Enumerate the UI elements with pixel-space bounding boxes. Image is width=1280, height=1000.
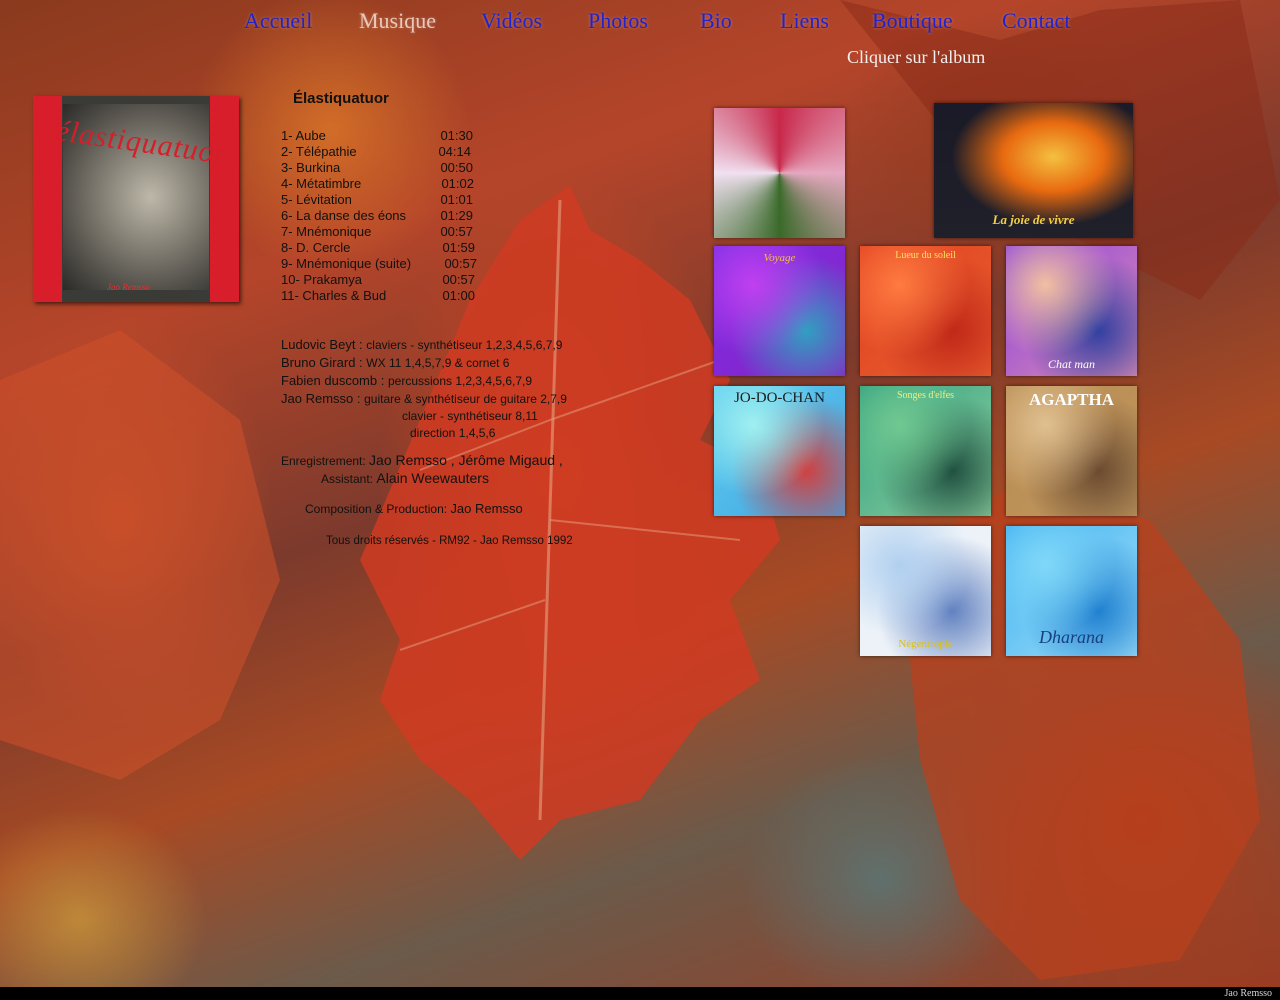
track-item: 11- Charles & Bud 01:00 (281, 288, 475, 303)
musician-credits: Ludovic Beyt : claviers - synthétiseur 1… (281, 336, 567, 442)
album-thumbnail[interactable]: Songes d'elfes (860, 386, 991, 516)
album-thumbnail[interactable]: AGAPTHA (1006, 386, 1137, 516)
cover-artist: Jao Remsso (107, 282, 150, 292)
nav-liens[interactable]: Liens (780, 8, 829, 34)
track-item: 6- La danse des éons 01:29 (281, 208, 473, 223)
album-thumbnail-title: Chat man (1047, 357, 1095, 371)
credit-row: Ludovic Beyt : claviers - synthétiseur 1… (281, 337, 563, 352)
album-thumbnail-title: Négentropie (898, 638, 953, 650)
album-thumbnail-title: AGAPTHA (1029, 390, 1114, 409)
nav-videos[interactable]: Vidéos (481, 8, 542, 34)
album-thumbnail[interactable]: JO-DO-CHAN (714, 386, 845, 516)
album-thumbnail[interactable]: Lueur du soleil (860, 246, 991, 376)
footer-credit: Jao Remsso (1224, 988, 1273, 999)
track-item: 7- Mnémonique 00:57 (281, 224, 473, 239)
album-thumbnail[interactable] (714, 108, 845, 238)
footer: Jao Remsso (0, 987, 1280, 1000)
album-click-hint: Cliquer sur l'album (847, 47, 986, 67)
album-thumbnail-title: Dharana (1038, 627, 1104, 647)
album-thumbnail[interactable]: Chat man (1006, 246, 1137, 376)
track-item: 5- Lévitation 01:01 (281, 192, 473, 207)
album-thumbnail-title: La joie de vivre (992, 212, 1075, 227)
track-item: 2- Télépathie 04:14 (281, 144, 471, 159)
album-thumbnail[interactable]: Voyage (714, 246, 845, 376)
album-thumbnail-title: JO-DO-CHAN (734, 390, 825, 406)
album-thumbnail[interactable]: Dharana (1006, 526, 1137, 656)
track-item: 1- Aube 01:30 (281, 128, 473, 143)
current-album-cover: élastiquatuor Jao Remsso (33, 96, 239, 302)
composition-credits: Composition & Production: Jao Remsso (305, 501, 523, 516)
album-thumbnail-title: Songes d'elfes (896, 390, 955, 401)
credit-row: Fabien duscomb : percussions 1,2,3,4,5,6… (281, 373, 533, 388)
recording-credits: Enregistrement: Jao Remsso , Jérôme Miga… (281, 452, 563, 486)
album-thumbnail-title: Voyage (763, 252, 796, 264)
nav-bio[interactable]: Bio (700, 8, 732, 34)
track-item: 8- D. Cercle 01:59 (281, 240, 475, 255)
album-thumbnail-title: Lueur du soleil (895, 250, 956, 261)
album-thumbnail[interactable]: La joie de vivre (934, 103, 1133, 238)
credit-row-continued: clavier - synthétiseur 8,11 (402, 409, 538, 423)
nav-accueil[interactable]: Accueil (244, 8, 312, 34)
credit-row-continued: direction 1,4,5,6 (410, 426, 496, 440)
nav-boutique[interactable]: Boutique (872, 8, 953, 34)
nav-musique[interactable]: Musique (359, 8, 436, 34)
track-list: 1- Aube 01:30 2- Télépathie 04:14 3- Burki… (281, 128, 481, 304)
main-navigation: Accueil Musique Vidéos Photos Bio Liens … (0, 6, 1280, 40)
copyright-notice: Tous droits réservés - RM92 - Jao Remsso… (326, 535, 573, 547)
album-title: Élastiquatuor (293, 90, 389, 107)
track-item: 9- Mnémonique (suite) 00:57 (281, 256, 477, 271)
track-item: 3- Burkina 00:50 (281, 160, 473, 175)
credit-row: Jao Remsso : guitare & synthétiseur de g… (281, 391, 567, 406)
album-thumbnail[interactable]: Négentropie (860, 526, 991, 656)
track-item: 4- Métatimbre 01:02 (281, 176, 474, 191)
nav-photos[interactable]: Photos (588, 8, 648, 34)
track-item: 10- Prakamya 00:57 (281, 272, 475, 287)
nav-contact[interactable]: Contact (1002, 8, 1070, 34)
credit-row: Bruno Girard : WX 11 1,4,5,7,9 & cornet … (281, 355, 510, 370)
